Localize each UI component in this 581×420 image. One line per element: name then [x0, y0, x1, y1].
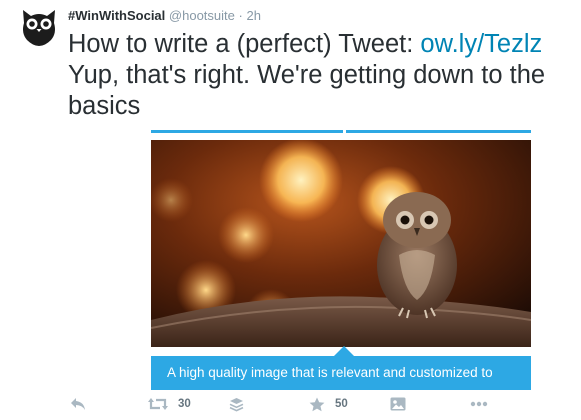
tweet-header: #WinWithSocial @hootsuite · 2h — [68, 7, 261, 25]
caption-pointer — [334, 346, 354, 356]
favorite-button[interactable]: 50 — [309, 395, 348, 413]
more-button[interactable] — [470, 395, 488, 413]
caption-bar: A high quality image that is relevant an… — [151, 356, 531, 390]
timestamp[interactable]: 2h — [246, 8, 260, 23]
owl-logo-icon — [19, 7, 59, 47]
card-top-bar-right — [346, 130, 531, 133]
buffer-icon — [229, 397, 244, 411]
retweet-count: 30 — [178, 398, 191, 410]
tweet: #WinWithSocial @hootsuite · 2h How to wr… — [0, 0, 581, 420]
retweet-icon — [148, 398, 168, 410]
reply-icon — [71, 398, 85, 410]
display-name[interactable]: #WinWithSocial — [68, 8, 165, 23]
user-handle[interactable]: @hootsuite — [169, 8, 235, 23]
tweet-link[interactable]: ow.ly/Tezlz — [420, 30, 542, 58]
image-icon — [390, 397, 406, 411]
owl-photo[interactable] — [151, 140, 531, 347]
buffer-button[interactable] — [229, 395, 244, 413]
caption-text: A high quality image that is relevant an… — [167, 365, 493, 380]
card-top-bar-left — [151, 130, 343, 133]
separator-dot: · — [238, 8, 243, 23]
tweet-text: How to write a (perfect) Tweet: ow.ly/Te… — [68, 29, 573, 122]
tweet-text-body: Yup, that's right. We're getting down to… — [68, 61, 546, 120]
owl-photo-image — [151, 140, 531, 347]
more-dots-icon — [470, 401, 488, 407]
media-card[interactable]: A high quality image that is relevant an… — [151, 130, 531, 390]
retweet-button[interactable]: 30 — [148, 395, 191, 413]
tweet-text-prefix: How to write a (perfect) Tweet: — [68, 30, 421, 58]
image-button[interactable] — [390, 395, 406, 413]
star-icon — [309, 397, 325, 411]
tweet-actions: 30 50 — [0, 388, 581, 420]
reply-button[interactable] — [70, 395, 86, 413]
avatar[interactable] — [19, 7, 59, 47]
favorite-count: 50 — [335, 398, 348, 410]
